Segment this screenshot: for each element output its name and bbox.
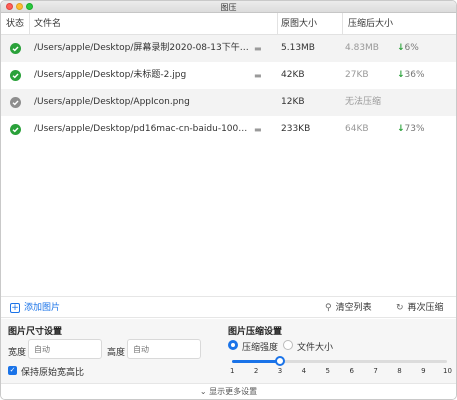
keep-ratio-checkbox[interactable]: ✓ [8,366,17,375]
table-row[interactable]: /Users/apple/Desktop/AppIcon.png 12KB 无法… [1,89,456,116]
compression-slider[interactable] [232,356,447,366]
check-circle-icon [10,70,21,81]
app-window: 图压 状态 文件名 原图大小 压缩后大小 /Users/apple/Deskto… [0,0,457,400]
slider-tick-label: 3 [277,367,283,375]
slider-tick-label: 8 [397,367,402,375]
file-path: /Users/apple/Desktop/未标题-2.jpg [34,70,187,80]
filesize-radio[interactable] [283,340,293,350]
slider-tick-label: 2 [253,367,259,375]
table-row[interactable]: /Users/apple/Desktop/未标题-2.jpg ▬ 42KB 27… [1,62,456,89]
header-status[interactable]: 状态 [6,13,24,35]
compressed-size: 4.83MB [345,43,379,53]
folder-icon[interactable]: ▬ [254,116,264,143]
original-size: 5.13MB [281,43,315,53]
folder-icon[interactable]: ▬ [254,62,264,89]
original-size: 12KB [281,97,305,107]
height-input[interactable] [127,339,201,359]
add-image-button[interactable]: + 添加图片 [10,297,60,319]
slider-fill [232,360,280,363]
height-label: 高度 [107,348,126,358]
file-path: /Users/apple/Desktop/AppIcon.png [34,97,190,107]
compressed-size: 27KB [345,70,369,80]
strength-label: 压缩强度 [242,343,279,353]
plus-icon: + [10,302,20,313]
action-bar: + 添加图片 ⚲ 清空列表 ↻ 再次压缩 [1,296,456,318]
check-circle-icon [10,43,21,54]
refresh-icon: ↻ [396,303,404,313]
folder-icon[interactable]: ▬ [254,35,264,62]
down-arrow-icon: ↓ [397,70,405,80]
reduction-percent: ↓6% [397,43,419,53]
column-divider[interactable] [342,13,343,35]
table-header: 状态 文件名 原图大小 压缩后大小 [1,13,456,35]
column-divider[interactable] [277,13,278,35]
slider-tick-label: 9 [421,367,426,375]
compressed-size: 无法压缩 [345,97,382,107]
slider-tick-label: 10 [443,367,452,375]
slider-tick-label: 6 [349,367,354,375]
width-label: 宽度 [8,348,27,358]
settings-panel: 图片尺寸设置 宽度 高度 ✓ 保持原始宽高比 图片压缩设置 压缩强度 文件大小 … [1,319,456,383]
filesize-label: 文件大小 [297,343,334,353]
table-row[interactable]: /Users/apple/Desktop/pd16mac-cn-baidu-10… [1,116,456,143]
down-arrow-icon: ↓ [397,124,405,134]
clear-list-button[interactable]: ⚲ 清空列表 [325,297,372,319]
slider-tick-label: 5 [325,367,331,375]
width-input[interactable] [28,339,102,359]
down-arrow-icon: ↓ [397,43,405,53]
slider-thumb[interactable] [274,356,285,366]
file-path: /Users/apple/Desktop/pd16mac-cn-baidu-10… [34,124,252,134]
slider-tick-label: 4 [301,367,307,375]
header-filename[interactable]: 文件名 [34,13,61,35]
check-circle-icon [10,97,21,108]
original-size: 233KB [281,124,311,134]
window-title: 图压 [220,3,237,12]
size-settings-title: 图片尺寸设置 [8,327,63,337]
keep-ratio-label: 保持原始宽高比 [21,368,85,378]
header-compressed-size[interactable]: 压缩后大小 [348,13,393,35]
column-divider[interactable] [29,13,30,35]
title-bar: 图压 [1,1,456,13]
reduction-percent: ↓36% [397,70,425,80]
check-circle-icon [10,124,21,135]
header-original-size[interactable]: 原图大小 [281,13,317,35]
file-path: /Users/apple/Desktop/屏幕录制2020-08-13下午… [34,43,249,53]
show-more-settings[interactable]: ⌄ 显示更多设置 [1,383,456,399]
slider-tick-label: 1 [230,367,235,375]
chevron-down-icon: ⌄ [199,387,207,396]
recompress-button[interactable]: ↻ 再次压缩 [396,297,444,319]
broom-icon: ⚲ [325,303,332,313]
table-row[interactable]: /Users/apple/Desktop/屏幕录制2020-08-13下午… ▬… [1,35,456,62]
compress-settings-title: 图片压缩设置 [228,327,283,337]
slider-tick-label: 7 [373,367,378,375]
compressed-size: 64KB [345,124,369,134]
original-size: 42KB [281,70,305,80]
strength-radio[interactable] [228,340,238,350]
reduction-percent: ↓73% [397,124,425,134]
